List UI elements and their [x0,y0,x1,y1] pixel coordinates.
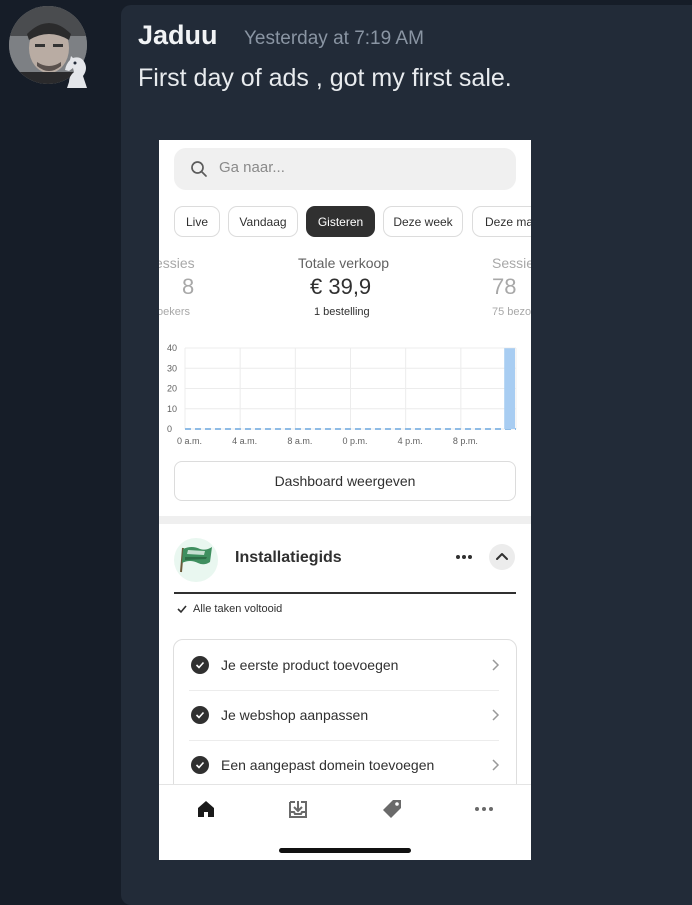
metric-orders-count: 1 bestelling [314,306,370,318]
dashboard-button[interactable]: Dashboard weergeven [174,461,516,501]
chart-y-tick-label: 20 [167,384,177,394]
search-icon [191,161,207,177]
chart-x-tick-label: 4 a.m. [232,436,257,446]
check-circle-icon [191,656,209,674]
task-label: Een aangepast domein toevoegen [221,757,435,773]
setup-guide-icon-wrap [174,538,218,582]
task-list: Je eerste product toevoegen Je webshop a… [173,639,517,799]
filter-deze-maand[interactable]: Deze ma [472,206,531,237]
task-label: Je eerste product toevoegen [221,657,399,673]
metric-left-label: essies [159,255,195,271]
check-circle-icon [191,756,209,774]
search-input[interactable] [217,158,481,177]
filter-live[interactable]: Live [174,206,220,237]
metric-right-value: 78 [492,274,517,299]
chart-y-tick-label: 40 [167,343,177,353]
message-text: First day of ads , got my first sale. [138,64,512,92]
tag-icon[interactable] [381,798,403,820]
more-dots-icon[interactable] [473,798,495,820]
home-icon[interactable] [195,798,217,820]
chart-x-tick-label: 4 p.m. [398,436,423,446]
message-username[interactable]: Jaduu [138,20,218,51]
checkmark-icon [177,605,187,614]
collapse-guide-button[interactable] [489,544,515,570]
task-label: Je webshop aanpassen [221,707,369,723]
chart-y-tick-label: 30 [167,363,177,373]
chart-bar [504,348,515,429]
chess-knight-icon [65,56,87,88]
filter-deze-week[interactable]: Deze week [383,206,463,237]
metric-total-sales-label: Totale verkoop [298,255,390,271]
chevron-right-icon [492,709,500,721]
check-circle-icon [191,706,209,724]
metric-left-sub: oekers [159,306,191,318]
chart-y-tick-label: 0 [167,424,172,434]
search-bar[interactable] [174,148,516,190]
message-timestamp: Yesterday at 7:19 AM [244,28,424,49]
all-tasks-done-label: Alle taken voltooid [193,603,283,615]
chart-y-tick-label: 10 [167,404,177,414]
orders-inbox-icon[interactable] [287,798,309,820]
metric-right-label: Sessie [492,255,531,271]
chevron-right-icon [492,659,500,671]
more-options-button[interactable] [453,546,475,568]
chevron-up-icon [496,553,508,560]
task-customize-store[interactable]: Je webshop aanpassen [191,690,501,740]
task-add-product[interactable]: Je eerste product toevoegen [191,640,501,690]
attached-screenshot[interactable]: Live Vandaag Gisteren Deze week Deze ma … [159,140,531,860]
section-divider [159,516,531,524]
filter-vandaag[interactable]: Vandaag [228,206,298,237]
metric-right-sub: 75 bezo [492,306,531,318]
chart-x-tick-label: 8 a.m. [287,436,312,446]
setup-guide-title: Installatiegids [235,549,342,566]
metric-left-value: 8 [182,274,195,299]
bottom-navigation [159,784,531,860]
home-indicator [279,848,411,853]
chart-x-tick-label: 8 p.m. [453,436,478,446]
filter-gisteren[interactable]: Gisteren [306,206,375,237]
task-add-domain[interactable]: Een aangepast domein toevoegen [191,740,501,790]
all-tasks-done-status: Alle taken voltooid [177,603,282,615]
progress-line [174,592,516,594]
more-dots-icon [456,555,472,559]
chevron-right-icon [492,759,500,771]
metric-total-sales-value: € 39,9 [310,274,372,299]
chart-x-tick-label: 0 a.m. [177,436,202,446]
server-sidebar-area [0,0,121,886]
flag-icon [180,547,212,573]
sales-chart: 0 10 20 30 40 0 a.m. 4 a.m. 8 a.m. 0 p.m. 4 p.m. 8… [167,343,517,446]
chart-x-tick-label: 0 p.m. [343,436,368,446]
